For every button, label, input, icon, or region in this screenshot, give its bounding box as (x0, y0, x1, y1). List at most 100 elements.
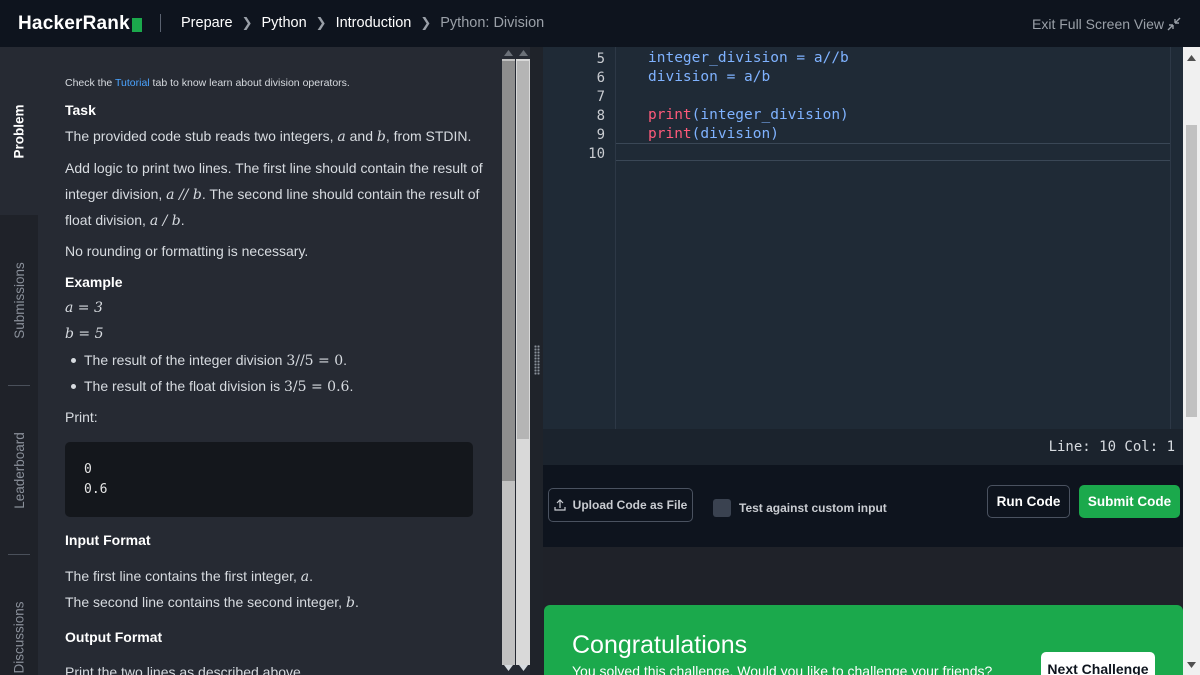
example-bullet-2: The result of the float division is 3/5 … (84, 378, 353, 395)
math-expr: a // b (166, 187, 202, 203)
code-line-6[interactable]: division = a/b (648, 69, 770, 85)
scroll-up-icon[interactable] (519, 50, 528, 56)
line-number: 10 (588, 146, 605, 162)
exit-fullscreen-link[interactable]: Exit Full Screen View (1032, 16, 1164, 32)
note-text: tab to know learn about division operato… (149, 77, 350, 89)
logic-text-3: float division, a / b. (65, 212, 185, 229)
editor-status-bar: Line: 10 Col: 1 (543, 429, 1183, 465)
hackerrank-logo[interactable]: HackerRank (18, 13, 142, 35)
code-line-8[interactable]: print(integer_division) (648, 107, 849, 123)
code-editor[interactable]: 5 6 7 8 9 10 integer_division = a//b div… (543, 47, 1183, 465)
scroll-up-icon[interactable] (504, 50, 513, 56)
note-text: Check the (65, 77, 116, 89)
scroll-down-icon[interactable] (504, 665, 513, 671)
code-line-9[interactable]: print(division) (648, 126, 779, 142)
tab-discussions[interactable]: Discussions (0, 582, 38, 675)
submit-code-button[interactable]: Submit Code (1079, 485, 1180, 518)
congrats-subtitle: You solved this challenge. Would you lik… (572, 663, 993, 675)
line-number: 9 (596, 127, 605, 143)
line-number: 7 (596, 89, 605, 105)
output-line: 0 (84, 462, 92, 477)
input-format-line-2: The second line contains the second inte… (65, 594, 359, 611)
text: The provided code stub reads two integer… (65, 128, 338, 144)
problem-scrollbar[interactable] (500, 47, 530, 675)
panel-splitter[interactable] (530, 47, 543, 675)
side-tab-bar: Problem Submissions Leaderboard Discussi… (0, 47, 38, 675)
tab-leaderboard-label: Leaderboard (11, 431, 27, 509)
scrollbar-thumb[interactable] (1186, 125, 1197, 417)
current-line-highlight (616, 143, 1170, 161)
logo-mark-icon (131, 17, 142, 32)
chevron-right-icon: ❯ (315, 15, 327, 30)
run-code-button[interactable]: Run Code (987, 485, 1070, 518)
editor-scrollbar[interactable] (1170, 47, 1183, 429)
math-var: a (300, 569, 310, 585)
logic-text-1: Add logic to print two lines. The first … (65, 160, 483, 176)
code-line-5[interactable]: integer_division = a//b (648, 50, 849, 66)
tab-problem[interactable]: Problem (0, 47, 38, 215)
text: The first line contains the first intege… (65, 568, 301, 584)
collapse-icon[interactable] (1166, 16, 1182, 32)
output-line: 0.6 (84, 482, 108, 497)
breadcrumb-prepare[interactable]: Prepare (181, 15, 233, 31)
cursor-position: Line: 10 Col: 1 (1048, 439, 1175, 455)
output-format-text: Print the two lines as described above. (65, 664, 305, 675)
example-a: a = 3 (65, 300, 103, 316)
page-scrollbar[interactable] (1183, 47, 1200, 675)
text: . (343, 352, 348, 368)
header-divider (160, 14, 161, 32)
scroll-down-icon[interactable] (1187, 662, 1196, 668)
task-text: The provided code stub reads two integer… (65, 128, 471, 145)
sample-output-box: 0 0.6 (65, 442, 473, 517)
next-challenge-button[interactable]: Next Challenge (1041, 652, 1155, 675)
tab-submissions-label: Submissions (11, 261, 27, 339)
breadcrumb-python[interactable]: Python (262, 15, 307, 31)
keyword: print (648, 107, 692, 123)
text: The second line contains the second inte… (65, 594, 346, 610)
line-number: 6 (596, 70, 605, 86)
text: . (354, 594, 359, 610)
scroll-down-icon[interactable] (519, 665, 528, 671)
line-number-gutter: 5 6 7 8 9 10 (543, 47, 615, 429)
text: . (349, 378, 354, 394)
code-args: (division) (691, 126, 779, 142)
congrats-title: Congratulations (572, 631, 748, 659)
scroll-up-icon[interactable] (1187, 55, 1196, 61)
top-header: HackerRank Prepare ❯ Python ❯ Introducti… (0, 0, 1200, 47)
example-heading: Example (65, 274, 123, 290)
breadcrumb-introduction[interactable]: Introduction (336, 15, 412, 31)
tab-discussions-label: Discussions (11, 600, 27, 674)
tutorial-link[interactable]: Tutorial (115, 77, 150, 89)
line-number: 8 (596, 108, 605, 124)
drag-handle-icon[interactable] (534, 345, 540, 375)
scrollbar-thumb[interactable] (517, 61, 529, 439)
bullet-icon (71, 358, 76, 363)
gutter-divider (615, 47, 616, 429)
tab-submissions[interactable]: Submissions (0, 215, 38, 385)
input-format-line-1: The first line contains the first intege… (65, 568, 313, 585)
math-expr: a / b (149, 213, 181, 229)
custom-input-checkbox[interactable] (713, 499, 731, 517)
chevron-right-icon: ❯ (241, 15, 253, 30)
upload-code-button[interactable]: Upload Code as File (548, 488, 693, 522)
scrollbar-thumb[interactable] (502, 61, 515, 481)
tab-problem-label: Problem (11, 103, 27, 159)
text: , from STDIN. (385, 128, 472, 144)
math-expr: 3//5 = 0 (286, 353, 344, 369)
logo-text: HackerRank (18, 13, 130, 34)
tab-divider (8, 554, 30, 555)
custom-input-label[interactable]: Test against custom input (739, 501, 887, 515)
task-heading: Task (65, 102, 96, 118)
logic-text-2: integer division, a // b. The second lin… (65, 186, 479, 203)
math-var: b (376, 129, 386, 145)
print-label: Print: (65, 409, 98, 425)
tab-leaderboard[interactable]: Leaderboard (0, 385, 38, 555)
text: integer division, (65, 186, 167, 202)
result-panel: Congratulations You solved this challeng… (543, 547, 1183, 675)
keyword: print (648, 126, 692, 142)
editor-toolbar: Upload Code as File Test against custom … (543, 465, 1183, 547)
code-args: (integer_division) (691, 107, 849, 123)
tutorial-note: Check the Tutorial tab to know learn abo… (65, 77, 350, 89)
input-format-heading: Input Format (65, 532, 151, 548)
congratulations-banner: Congratulations You solved this challeng… (544, 605, 1183, 675)
